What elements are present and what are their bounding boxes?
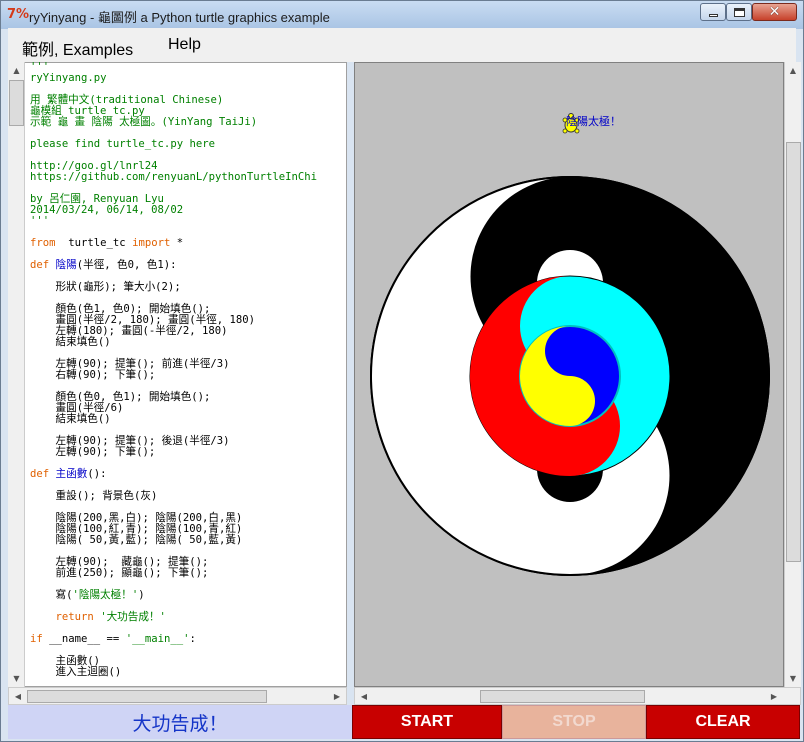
- code-line: ''': [30, 215, 50, 227]
- code-line: 重設(); 背景色(灰): [30, 490, 158, 502]
- code-line: from turtle_tc import *: [30, 237, 184, 249]
- code-line: please find turtle_tc.py here: [30, 138, 215, 150]
- title-bar[interactable]: 7% ryYinyang - 龜圖例 a Python turtle graph…: [1, 1, 803, 29]
- clear-button[interactable]: CLEAR: [646, 705, 800, 739]
- code-line: 示範 龜 畫 陰陽 太極圖。(YinYang TaiJi): [30, 116, 258, 128]
- scroll-up-arrow-icon[interactable]: ▲: [785, 63, 801, 78]
- scroll-down-arrow-icon[interactable]: ▼: [8, 670, 25, 687]
- code-line: 左轉(90); 下筆();: [30, 446, 156, 458]
- turtle-canvas[interactable]: 陰陽太極！: [354, 62, 784, 687]
- code-line: 陰陽( 50,黃,藍); 陰陽( 50,藍,黃): [30, 534, 243, 546]
- code-line: 2014/03/24, 06/14, 08/02: [30, 204, 184, 216]
- scrollbar-thumb[interactable]: [480, 690, 645, 703]
- code-line: if __name__ == '__main__':: [30, 633, 196, 645]
- menu-examples[interactable]: 範例, Examples: [22, 36, 133, 60]
- code-line: 結束填色(): [30, 336, 111, 348]
- minimize-icon: [708, 13, 718, 17]
- python-app-icon: 7%: [7, 7, 30, 22]
- code-line: 結束填色(): [30, 413, 111, 425]
- close-button[interactable]: ✕: [752, 3, 797, 21]
- scroll-right-arrow-icon[interactable]: ▶: [766, 689, 782, 704]
- code-line: 形狀(龜形); 筆大小(2);: [30, 281, 181, 293]
- scroll-left-arrow-icon[interactable]: ◀: [10, 689, 26, 704]
- scroll-down-arrow-icon[interactable]: ▼: [785, 671, 801, 686]
- scrollbar-thumb[interactable]: [786, 142, 801, 562]
- code-line: 右轉(90); 下筆();: [30, 369, 156, 381]
- code-text[interactable]: ''' ryYinyang.py 用 繁體中文(traditional Chine…: [30, 62, 344, 687]
- start-button[interactable]: START: [352, 705, 502, 739]
- code-line: 進入主迴圈(): [30, 666, 122, 678]
- yinyang-main: 陰陽太極！: [370, 113, 770, 576]
- canvas-horizontal-scrollbar[interactable]: ◀ ▶: [354, 687, 801, 705]
- stop-button[interactable]: STOP: [502, 705, 646, 739]
- maximize-icon: [733, 7, 745, 17]
- canvas-written-text: 陰陽太極！: [566, 114, 621, 128]
- scrollbar-thumb[interactable]: [27, 690, 267, 703]
- code-line: 寫('陰陽太極！'): [30, 589, 145, 601]
- scroll-up-arrow-icon[interactable]: ▲: [8, 62, 25, 79]
- scrollbar-thumb[interactable]: [9, 80, 24, 126]
- inner-yellow-dot: [562, 390, 578, 406]
- scroll-left-arrow-icon[interactable]: ◀: [356, 689, 372, 704]
- window-title: ryYinyang - 龜圖例 a Python turtle graphics…: [29, 10, 330, 25]
- maximize-button[interactable]: [726, 3, 752, 21]
- menu-help[interactable]: Help: [168, 36, 201, 54]
- minimize-button[interactable]: [700, 3, 726, 21]
- code-line: return '大功告成！': [55, 611, 166, 623]
- code-horizontal-scrollbar[interactable]: ◀ ▶: [8, 687, 347, 705]
- code-line: def 主函數():: [30, 468, 107, 480]
- code-vertical-scrollbar[interactable]: ▲ ▼: [8, 62, 25, 687]
- inner-blue-dot: [562, 346, 578, 362]
- scroll-right-arrow-icon[interactable]: ▶: [329, 689, 345, 704]
- code-line: def 陰陽(半徑, 色0, 色1):: [30, 259, 177, 271]
- canvas-vertical-scrollbar[interactable]: ▲ ▼: [784, 62, 801, 687]
- code-line: 前進(250); 顯龜(); 下筆();: [30, 567, 209, 579]
- code-line: https://github.com/renyuanL/pythonTurtle…: [30, 171, 318, 183]
- menu-bar: 範例, Examples Help: [8, 28, 796, 62]
- close-icon: ✕: [768, 4, 781, 20]
- status-message: 大功告成！: [8, 705, 352, 739]
- code-line: ryYinyang.py: [30, 72, 107, 84]
